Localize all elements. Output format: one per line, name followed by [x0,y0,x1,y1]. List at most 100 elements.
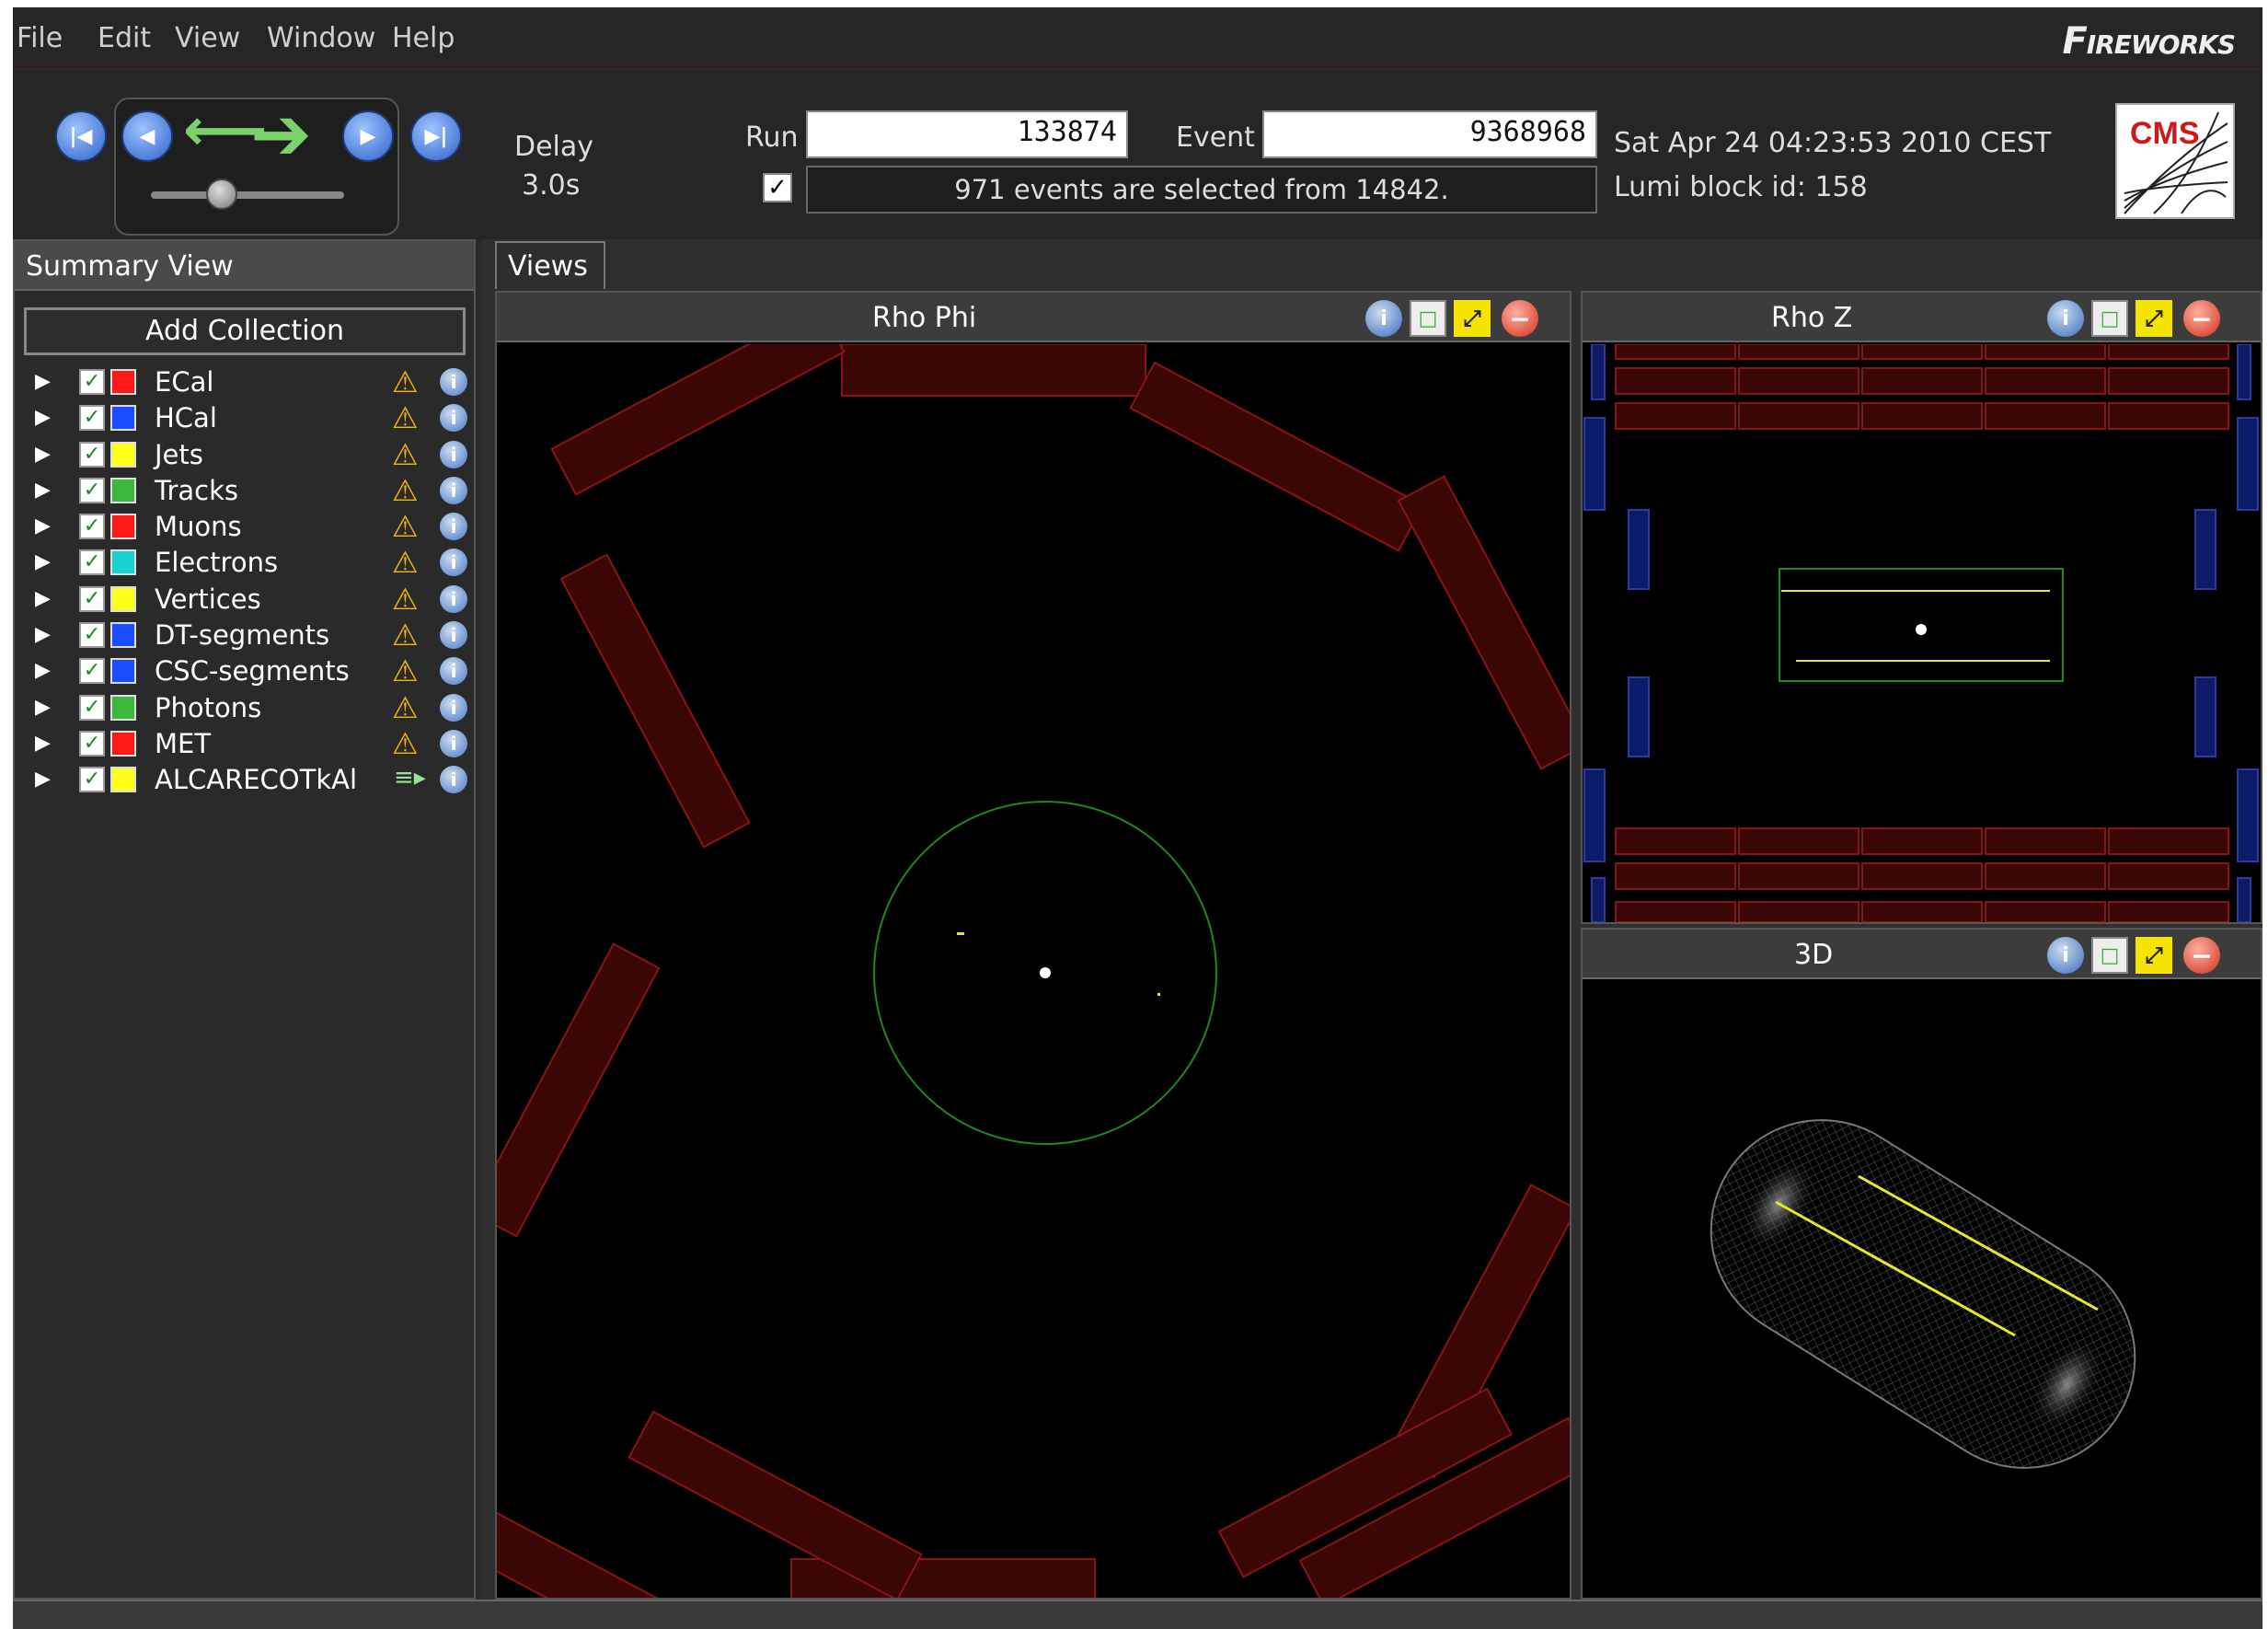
collection-row-hcal[interactable]: ▶ ✓ HCal ⚠ i [24,400,475,436]
menu-file[interactable]: File [17,22,63,54]
run-number-input[interactable]: 133874 [806,110,1128,158]
menu-window[interactable]: Window [267,22,375,54]
collection-visible-checkbox[interactable]: ✓ [79,730,105,757]
rho-phi-info-button[interactable]: i [1365,300,1402,337]
collection-row-electrons[interactable]: ▶ ✓ Electrons ⚠ i [24,545,475,581]
collection-color-swatch[interactable] [110,622,136,649]
info-icon[interactable]: i [440,476,467,504]
collection-row-ecal[interactable]: ▶ ✓ ECal ⚠ i [24,364,475,400]
triangle-right-icon[interactable]: ▶ [35,443,51,466]
collection-color-swatch[interactable] [110,767,136,793]
event-filter-checkbox[interactable]: ✓ [763,173,792,202]
info-icon[interactable]: i [440,513,467,541]
rho-phi-canvas[interactable] [497,344,1570,1598]
first-event-button[interactable]: |◀ [55,110,107,162]
collection-color-swatch[interactable] [110,730,136,757]
rho-z-maximize-button[interactable]: ⤢ [2136,300,2172,337]
warning-icon[interactable]: ⚠ [392,509,419,544]
triangle-right-icon[interactable]: ▶ [35,696,51,719]
warning-icon[interactable]: ⚠ [392,726,419,761]
collection-visible-checkbox[interactable]: ✓ [79,585,105,612]
collection-visible-checkbox[interactable]: ✓ [79,694,105,721]
rho-z-close-button[interactable]: − [2183,300,2220,337]
collection-color-swatch[interactable] [110,694,136,721]
delay-slider-handle[interactable] [206,179,237,210]
rho-z-snapshot-button[interactable]: □ [2091,300,2128,337]
collection-row-met[interactable]: ▶ ✓ MET ⚠ i [24,726,475,762]
rho-z-canvas[interactable] [1583,344,2261,922]
collection-visible-checkbox[interactable]: ✓ [79,767,105,793]
delay-slider-track[interactable] [151,191,344,199]
collection-name[interactable]: CSC-segments [155,655,350,687]
warning-icon[interactable]: ⚠ [392,653,419,688]
collection-row-tracks[interactable]: ▶ ✓ Tracks ⚠ i [24,473,475,509]
warning-icon[interactable]: ⚠ [392,473,419,508]
info-icon[interactable]: i [440,766,467,794]
menu-edit[interactable]: Edit [98,22,151,54]
3d-info-button[interactable]: i [2047,937,2084,974]
info-icon[interactable]: i [440,621,467,650]
warning-icon[interactable]: ⚠ [392,618,419,653]
collection-row-photons[interactable]: ▶ ✓ Photons ⚠ i [24,690,475,726]
rho-phi-snapshot-button[interactable]: □ [1410,300,1446,337]
info-icon[interactable]: i [440,693,467,722]
collection-row-csc-segments[interactable]: ▶ ✓ CSC-segments ⚠ i [24,653,475,689]
rho-phi-close-button[interactable]: − [1502,300,1538,337]
collection-row-muons[interactable]: ▶ ✓ Muons ⚠ i [24,509,475,545]
triangle-right-icon[interactable]: ▶ [35,587,51,610]
triangle-right-icon[interactable]: ▶ [35,370,51,393]
next-event-button[interactable]: ▶ [342,110,394,162]
collection-visible-checkbox[interactable]: ✓ [79,441,105,468]
3d-snapshot-button[interactable]: □ [2091,937,2128,974]
tab-views[interactable]: Views [495,241,605,289]
play-forward-button[interactable]: ➔ [250,98,312,171]
collection-name[interactable]: Photons [155,692,261,723]
collection-color-swatch[interactable] [110,585,136,612]
collection-row-jets[interactable]: ▶ ✓ Jets ⚠ i [24,437,475,473]
info-icon[interactable]: i [440,404,467,433]
triangle-right-icon[interactable]: ▶ [35,550,51,573]
triangle-right-icon[interactable]: ▶ [35,479,51,502]
collection-color-swatch[interactable] [110,549,136,576]
previous-event-button[interactable]: ◀ [121,110,173,162]
collection-color-swatch[interactable] [110,369,136,395]
collection-name[interactable]: HCal [155,402,217,433]
3d-maximize-button[interactable]: ⤢ [2136,937,2172,974]
info-icon[interactable]: i [440,440,467,468]
collection-visible-checkbox[interactable]: ✓ [79,477,105,503]
collection-name[interactable]: Jets [155,439,203,470]
menu-help[interactable]: Help [392,22,455,54]
warning-icon[interactable]: ⚠ [392,545,419,580]
warning-icon[interactable]: ⚠ [392,690,419,725]
info-icon[interactable]: i [440,549,467,577]
collection-row-dt-segments[interactable]: ▶ ✓ DT-segments ⚠ i [24,618,475,653]
collection-color-swatch[interactable] [110,441,136,468]
last-event-button[interactable]: ▶| [410,110,462,162]
collection-visible-checkbox[interactable]: ✓ [79,549,105,576]
event-number-input[interactable]: 9368968 [1262,110,1597,158]
rho-z-info-button[interactable]: i [2047,300,2084,337]
collection-name[interactable]: Vertices [155,583,261,615]
collection-name[interactable]: DT-segments [155,619,329,651]
rho-phi-maximize-button[interactable]: ⤢ [1454,300,1491,337]
collection-color-swatch[interactable] [110,658,136,685]
warning-icon[interactable]: ⚠ [392,582,419,617]
add-collection-button[interactable]: Add Collection [24,307,466,355]
info-icon[interactable]: i [440,368,467,396]
collection-name[interactable]: ALCARECOTkAl [155,764,357,795]
collection-color-swatch[interactable] [110,405,136,432]
warning-icon[interactable]: ⚠ [392,400,419,435]
info-icon[interactable]: i [440,729,467,757]
collection-visible-checkbox[interactable]: ✓ [79,369,105,395]
menu-view[interactable]: View [175,22,240,54]
collection-visible-checkbox[interactable]: ✓ [79,622,105,649]
triangle-right-icon[interactable]: ▶ [35,768,51,791]
filter-icon[interactable]: ≡▸ [394,764,426,791]
info-icon[interactable]: i [440,584,467,613]
triangle-right-icon[interactable]: ▶ [35,406,51,429]
collection-visible-checkbox[interactable]: ✓ [79,514,105,540]
triangle-right-icon[interactable]: ▶ [35,732,51,755]
collection-color-swatch[interactable] [110,477,136,503]
triangle-right-icon[interactable]: ▶ [35,623,51,646]
warning-icon[interactable]: ⚠ [392,437,419,472]
